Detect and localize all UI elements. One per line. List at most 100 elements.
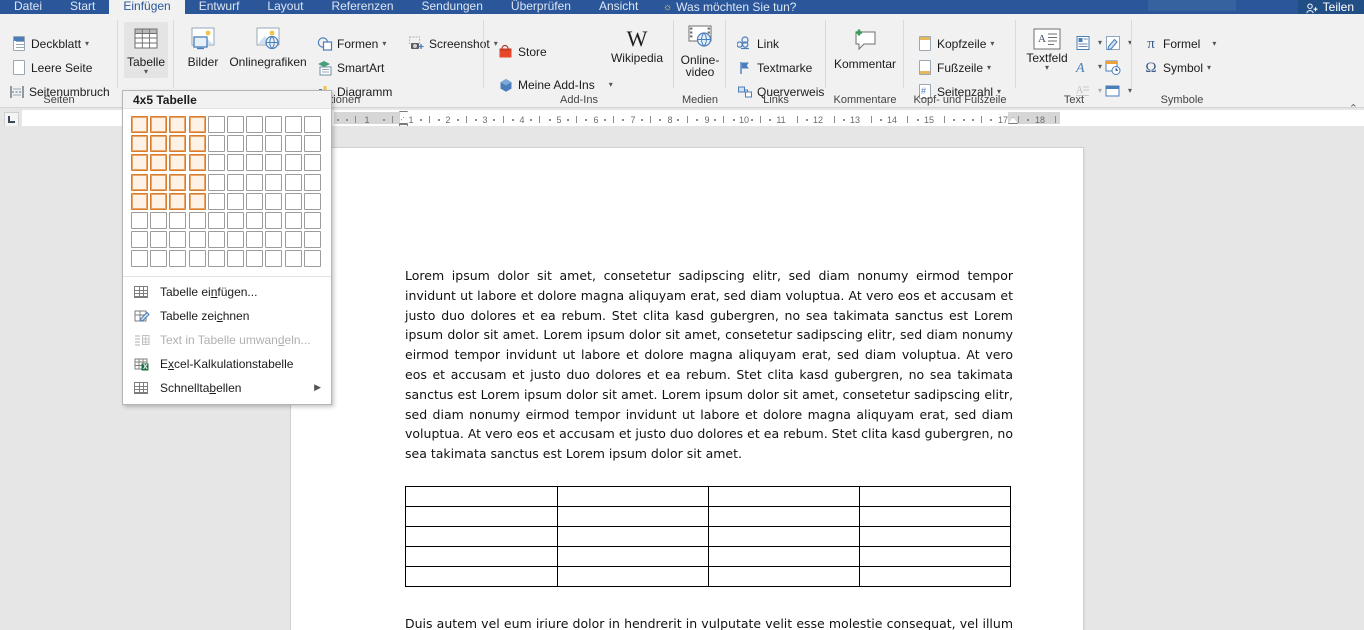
menu-item-excel-spreadsheet[interactable]: X Excel-Kalkulationstabelle <box>123 352 331 376</box>
table-button[interactable]: Tabelle ▾ <box>124 22 168 78</box>
grid-cell-3x7[interactable] <box>169 231 187 249</box>
grid-cell-3x8[interactable] <box>169 250 187 268</box>
table-cell[interactable] <box>859 546 1011 567</box>
grid-cell-6x8[interactable] <box>226 250 244 268</box>
grid-cell-8x4[interactable] <box>265 173 283 191</box>
grid-cell-6x5[interactable] <box>226 192 244 210</box>
grid-cell-10x7[interactable] <box>303 231 321 249</box>
grid-cell-6x4[interactable] <box>226 173 244 191</box>
smartart-button[interactable]: SmartArt <box>314 59 387 77</box>
grid-cell-4x6[interactable] <box>188 211 206 229</box>
drop-cap-button[interactable]: A ▾ <box>1072 58 1105 76</box>
table-cell[interactable] <box>708 546 861 567</box>
grid-cell-10x6[interactable] <box>303 211 321 229</box>
table-row[interactable] <box>405 506 1011 527</box>
grid-cell-1x4[interactable] <box>131 173 148 191</box>
grid-cell-5x4[interactable] <box>207 173 225 191</box>
pictures-button[interactable]: Bilder <box>182 22 224 70</box>
grid-cell-8x5[interactable] <box>265 192 283 210</box>
grid-cell-4x2[interactable] <box>188 135 206 153</box>
grid-cell-9x6[interactable] <box>284 211 302 229</box>
store-button[interactable]: Store <box>495 43 550 61</box>
grid-cell-7x7[interactable] <box>246 231 264 249</box>
grid-cell-7x5[interactable] <box>246 192 264 210</box>
table-cell[interactable] <box>708 526 861 547</box>
grid-cell-3x2[interactable] <box>169 135 187 153</box>
footer-button[interactable]: Fußzeile ▾ <box>914 59 994 77</box>
grid-cell-1x1[interactable] <box>131 116 148 133</box>
table-grid-selector[interactable] <box>123 109 331 277</box>
bookmark-button[interactable]: Textmarke <box>734 59 815 77</box>
table-cell[interactable] <box>405 566 558 587</box>
grid-cell-6x6[interactable] <box>226 211 244 229</box>
grid-cell-5x3[interactable] <box>207 154 225 172</box>
table-row[interactable] <box>405 546 1011 567</box>
grid-cell-9x7[interactable] <box>284 231 302 249</box>
grid-cell-9x3[interactable] <box>284 154 302 172</box>
grid-cell-4x5[interactable] <box>188 192 206 210</box>
grid-cell-4x4[interactable] <box>188 173 206 191</box>
grid-cell-9x8[interactable] <box>284 250 302 268</box>
grid-cell-1x7[interactable] <box>131 231 148 249</box>
grid-cell-3x4[interactable] <box>169 173 187 191</box>
tab-ueberpruefen[interactable]: Überprüfen <box>497 0 585 14</box>
grid-cell-2x8[interactable] <box>150 250 168 268</box>
grid-cell-7x1[interactable] <box>246 116 264 133</box>
grid-cell-1x6[interactable] <box>131 211 148 229</box>
table-cell[interactable] <box>405 526 558 547</box>
menu-item-quick-tables[interactable]: Schnelltabellen ▶ <box>123 376 331 400</box>
table-cell[interactable] <box>859 526 1011 547</box>
grid-cell-6x3[interactable] <box>226 154 244 172</box>
table-cell[interactable] <box>859 506 1011 527</box>
table-row[interactable] <box>405 526 1011 547</box>
tab-ansicht[interactable]: Ansicht <box>585 0 652 14</box>
table-cell[interactable] <box>708 506 861 527</box>
paragraph-1[interactable]: Lorem ipsum dolor sit amet, consetetur s… <box>405 266 1013 464</box>
table-cell[interactable] <box>405 506 558 527</box>
grid-cell-2x2[interactable] <box>150 135 168 153</box>
header-button[interactable]: Kopfzeile ▾ <box>914 35 997 53</box>
grid-cell-7x6[interactable] <box>246 211 264 229</box>
grid-cell-10x8[interactable] <box>303 250 321 268</box>
tab-referenzen[interactable]: Referenzen <box>317 0 407 14</box>
grid-cell-9x1[interactable] <box>284 116 302 133</box>
grid-cell-9x2[interactable] <box>284 135 302 153</box>
table-cell[interactable] <box>708 486 861 507</box>
my-addins-button[interactable]: Meine Add-Ins ▾ <box>495 76 616 94</box>
grid-cell-5x6[interactable] <box>207 211 225 229</box>
document-page[interactable]: Lorem ipsum dolor sit amet, consetetur s… <box>291 148 1083 630</box>
share-button[interactable]: Teilen <box>1297 0 1364 14</box>
grid-cell-1x3[interactable] <box>131 154 148 172</box>
table-cell[interactable] <box>556 506 710 527</box>
grid-cell-1x8[interactable] <box>131 250 148 268</box>
grid-cell-10x1[interactable] <box>303 116 321 133</box>
grid-cell-8x2[interactable] <box>265 135 283 153</box>
grid-cell-6x1[interactable] <box>226 116 244 133</box>
grid-cell-1x5[interactable] <box>131 192 148 210</box>
table-row[interactable] <box>405 566 1011 587</box>
paragraph-2[interactable]: Duis autem vel eum iriure dolor in hendr… <box>405 614 1013 630</box>
grid-cell-7x3[interactable] <box>246 154 264 172</box>
grid-cell-7x8[interactable] <box>246 250 264 268</box>
online-pictures-button[interactable]: Onlinegrafiken <box>228 22 308 70</box>
tab-start[interactable]: Start <box>56 0 109 14</box>
grid-cell-5x5[interactable] <box>207 192 225 210</box>
grid-cell-4x3[interactable] <box>188 154 206 172</box>
grid-cell-10x5[interactable] <box>303 192 321 210</box>
grid-cell-8x8[interactable] <box>265 250 283 268</box>
menu-item-insert-table[interactable]: Tabelle einfügen... <box>123 280 331 304</box>
table-cell[interactable] <box>859 566 1011 587</box>
menu-item-draw-table[interactable]: Tabelle zeichnen <box>123 304 331 328</box>
grid-cell-8x6[interactable] <box>265 211 283 229</box>
table-cell[interactable] <box>405 546 558 567</box>
grid-cell-8x7[interactable] <box>265 231 283 249</box>
online-video-button[interactable]: Online-video <box>678 20 722 80</box>
grid-cell-7x2[interactable] <box>246 135 264 153</box>
table-cell[interactable] <box>556 486 710 507</box>
table-row[interactable] <box>405 486 1011 507</box>
grid-cell-3x6[interactable] <box>169 211 187 229</box>
text-box-button[interactable]: A Textfeld ▾ <box>1022 26 1072 74</box>
grid-cell-5x8[interactable] <box>207 250 225 268</box>
wordart-button[interactable]: ▾ <box>1102 34 1135 52</box>
tab-einfuegen[interactable]: Einfügen <box>109 0 185 14</box>
